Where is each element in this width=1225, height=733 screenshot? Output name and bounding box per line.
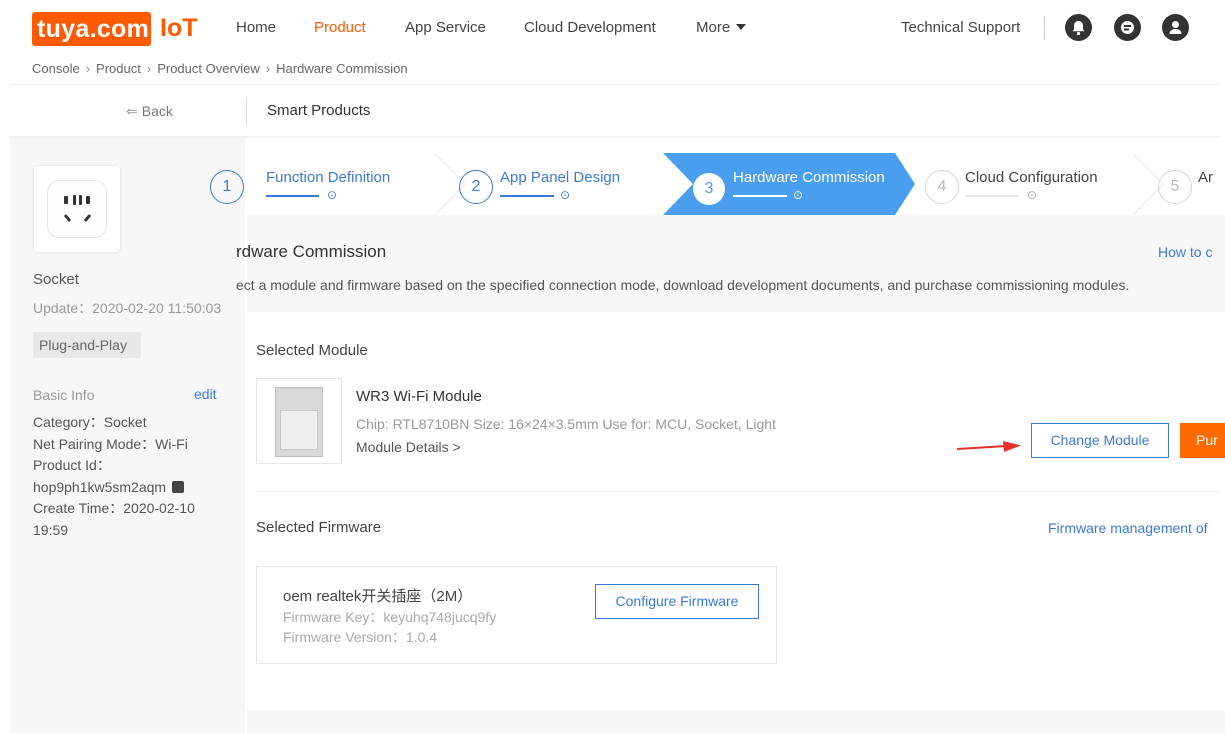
change-module-button[interactable]: Change Module xyxy=(1031,423,1169,458)
nav-more-label: More xyxy=(696,19,731,36)
product-info-list: Category：Socket Net Pairing Mode：Wi-Fi P… xyxy=(33,412,233,541)
step-progress xyxy=(733,195,787,197)
pairing-mode-field: Net Pairing Mode：Wi-Fi xyxy=(33,435,188,452)
product-id-label: Product Id： xyxy=(33,457,111,473)
footer-band xyxy=(247,710,1225,733)
chevron-right-icon: › xyxy=(146,61,152,76)
step-hardware-commission[interactable]: 3 Hardware Commission ⊙ xyxy=(693,163,903,211)
step-number: 4 xyxy=(925,170,959,204)
nav-product[interactable]: Product xyxy=(314,19,366,36)
chevron-right-icon: › xyxy=(265,61,271,76)
chevron-down-icon: ⊙ xyxy=(560,188,571,202)
page-title: Smart Products xyxy=(267,102,371,119)
red-arrow-icon xyxy=(956,441,1021,452)
back-arrow-icon: ⇐ xyxy=(126,103,138,119)
step-app-panel-design[interactable]: 2 App Panel Design ⊙ xyxy=(459,163,659,211)
section-header-area xyxy=(247,215,1225,312)
category-field: Category：Socket xyxy=(33,414,147,430)
bell-icon[interactable] xyxy=(1065,14,1092,41)
step-progress xyxy=(266,195,319,197)
breadcrumb-product[interactable]: Product xyxy=(96,61,141,76)
firmware-version: Firmware Version：1.0.4 xyxy=(283,629,438,645)
section-divider xyxy=(256,491,1220,492)
how-to-link[interactable]: How to c xyxy=(1158,244,1212,260)
nav-home[interactable]: Home xyxy=(236,19,276,36)
product-id-row: hop9ph1kw5sm2aqm xyxy=(33,477,233,499)
chevron-right-icon: › xyxy=(85,61,91,76)
purchase-button[interactable]: Pur xyxy=(1180,423,1225,458)
product-id-value: hop9ph1kw5sm2aqm xyxy=(33,478,167,495)
chevron-down-icon: ⊙ xyxy=(327,188,338,202)
nav-more[interactable]: More xyxy=(696,19,747,36)
message-icon[interactable] xyxy=(1114,14,1141,41)
section-title: rdware Commission xyxy=(236,242,387,261)
caret-down-icon xyxy=(736,24,747,30)
breadcrumb-hardware-commission: Hardware Commission xyxy=(276,61,408,76)
breadcrumb-console[interactable]: Console xyxy=(32,61,80,76)
module-name: WR3 Wi-Fi Module xyxy=(356,388,482,405)
step-label: Hardware Commission xyxy=(733,169,885,186)
socket-icon xyxy=(47,180,107,238)
edit-link[interactable]: edit xyxy=(194,386,217,402)
back-label: Back xyxy=(141,103,173,119)
chevron-down-icon: ⊙ xyxy=(1027,188,1038,202)
product-update-time: Update：2020-02-20 11:50:03 xyxy=(33,300,222,316)
step-progress xyxy=(965,195,1019,197)
create-time-field-cont: 19:59 xyxy=(33,521,69,538)
technical-support-link[interactable]: Technical Support xyxy=(901,19,1020,36)
step-number: 2 xyxy=(459,170,493,204)
firmware-name: oem realtek开关插座（2M） xyxy=(283,588,473,605)
step-label: Cloud Configuration xyxy=(965,169,1098,186)
selected-firmware-label: Selected Firmware xyxy=(256,519,382,536)
tuya-logo[interactable]: tuya.com xyxy=(32,12,151,46)
step-function-definition[interactable]: 1 Function Definition ⊙ xyxy=(210,163,426,211)
basic-info-heading: Basic Info xyxy=(33,387,95,403)
breadcrumb: Console › Product › Product Overview › Hardwar… xyxy=(32,61,408,76)
module-specs: Chip: RTL8710BN Size: 16×24×3.5mm Use fo… xyxy=(356,416,776,432)
user-icon[interactable] xyxy=(1162,14,1189,41)
firmware-key: Firmware Key：keyuhq748jucq9fy xyxy=(283,609,497,625)
step-progress xyxy=(500,195,554,197)
selected-module-label: Selected Module xyxy=(256,342,368,359)
create-time-field: Create Time：2020-02-10 xyxy=(33,500,195,516)
section-description: ect a module and firmware based on the s… xyxy=(236,277,1130,293)
step-cloud-configuration[interactable]: 4 Cloud Configuration ⊙ xyxy=(925,163,1125,211)
module-details-link[interactable]: Module Details > xyxy=(356,439,461,455)
iot-brand-label: IoT xyxy=(160,14,198,42)
nav-app-service[interactable]: App Service xyxy=(405,19,486,36)
step-label: App Panel Design xyxy=(500,169,621,186)
configure-firmware-button[interactable]: Configure Firmware xyxy=(595,584,759,619)
back-button[interactable]: ⇐ Back xyxy=(126,103,173,120)
header-divider-line xyxy=(10,84,1220,85)
nav-cloud-development[interactable]: Cloud Development xyxy=(524,19,656,36)
subheader-divider xyxy=(246,98,247,124)
chip-shield-icon xyxy=(280,410,318,450)
copy-icon[interactable] xyxy=(172,480,185,493)
product-name: Socket xyxy=(33,271,79,288)
step-number: 5 xyxy=(1158,170,1192,204)
step-label: Ar xyxy=(1198,169,1213,186)
breadcrumb-product-overview[interactable]: Product Overview xyxy=(157,61,260,76)
step-5[interactable]: 5 Ar xyxy=(1158,163,1225,211)
chevron-down-icon: ⊙ xyxy=(793,188,804,202)
product-tag: Plug-and-Play xyxy=(33,332,141,358)
step-number: 1 xyxy=(210,170,244,204)
step-number: 3 xyxy=(693,173,725,205)
firmware-management-link[interactable]: Firmware management of xyxy=(1048,520,1208,536)
step-label: Function Definition xyxy=(266,169,391,186)
header-divider xyxy=(1044,17,1045,39)
